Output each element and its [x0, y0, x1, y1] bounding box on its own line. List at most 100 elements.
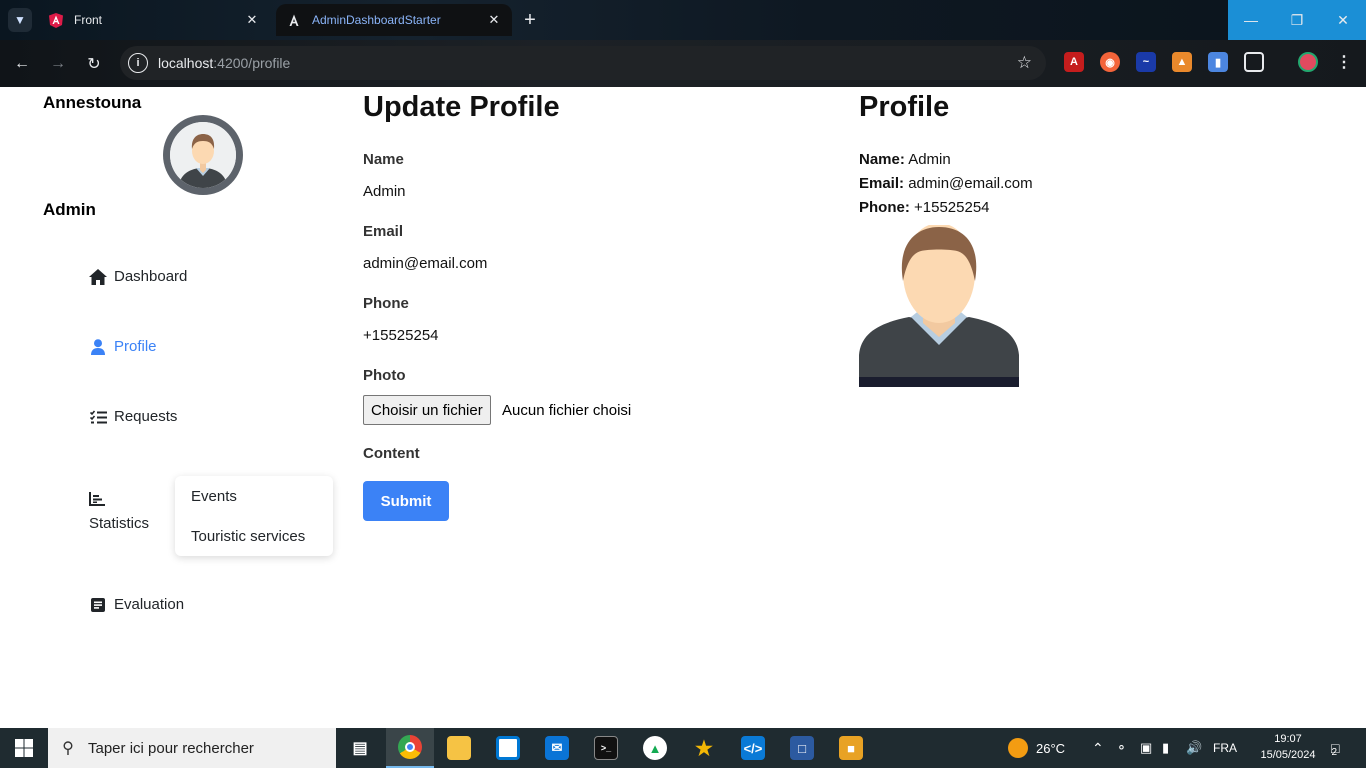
- sidebar-item-requests[interactable]: Requests: [88, 408, 177, 425]
- profile-email-value: admin@email.com: [908, 175, 1033, 192]
- reload-icon[interactable]: ↻: [82, 52, 106, 76]
- name-field[interactable]: Admin: [363, 183, 406, 200]
- volume-icon[interactable]: 🔊: [1186, 728, 1202, 768]
- search-placeholder: Taper ici pour rechercher: [88, 739, 254, 757]
- choose-file-button[interactable]: Choisir un fichier: [363, 395, 491, 425]
- search-icon: ⚲: [62, 740, 74, 757]
- document-icon: [88, 597, 108, 612]
- input-language[interactable]: FRA: [1213, 728, 1237, 768]
- name-label: Name: [363, 151, 404, 168]
- statistics-submenu: Events Touristic services: [175, 476, 333, 556]
- show-hidden-icons-icon[interactable]: ⌃: [1092, 728, 1104, 768]
- email-field[interactable]: admin@email.com: [363, 255, 487, 272]
- network-icon[interactable]: ⚬: [1116, 728, 1127, 768]
- address-bar[interactable]: i localhost :4200/profile ☆: [120, 46, 1046, 80]
- battery-icon[interactable]: ▮: [1162, 728, 1169, 768]
- file-status-text: Aucun fichier choisi: [502, 402, 632, 419]
- wave-extension-icon[interactable]: ~: [1136, 52, 1156, 72]
- notifications-icon[interactable]: □ 2: [1322, 736, 1346, 760]
- close-tab-icon[interactable]: ✕: [244, 12, 260, 28]
- file-explorer-icon[interactable]: [435, 728, 483, 768]
- sidebar-item-label: Requests: [114, 408, 178, 425]
- bookmark-star-icon[interactable]: ☆: [1017, 53, 1032, 73]
- close-tab-icon[interactable]: ✕: [486, 12, 502, 28]
- profile-phone-label: Phone:: [859, 199, 910, 216]
- sidebar-item-statistics[interactable]: Statistics: [89, 515, 149, 532]
- taskbar-search-box[interactable]: ⚲ Taper ici pour rechercher: [48, 728, 336, 768]
- virtualbox-icon[interactable]: □: [778, 728, 826, 768]
- profile-name-line: Name: Admin: [859, 151, 951, 168]
- meet-now-icon[interactable]: ▣: [1140, 728, 1152, 768]
- profile-email-line: Email: admin@email.com: [859, 175, 1033, 192]
- url-host: localhost: [158, 55, 214, 71]
- metamask-fox-icon[interactable]: ▲: [1172, 52, 1192, 72]
- terminal-icon[interactable]: >_: [582, 728, 630, 768]
- restore-window-button[interactable]: ❐: [1274, 0, 1320, 40]
- extensions-puzzle-icon[interactable]: [1244, 52, 1264, 72]
- browser-toolbar: ← → ↻ i localhost :4200/profile ☆ A ◉ ~ …: [0, 40, 1366, 87]
- paint-star-icon[interactable]: ★: [680, 728, 728, 768]
- sidebar-item-profile[interactable]: Profile: [88, 338, 157, 355]
- submit-button[interactable]: Submit: [363, 481, 449, 521]
- docs-extension-icon[interactable]: ▮: [1208, 52, 1228, 72]
- microsoft-store-icon[interactable]: [484, 728, 532, 768]
- profile-phone-line: Phone: +15525254: [859, 199, 990, 216]
- forward-arrow-icon[interactable]: →: [46, 52, 70, 76]
- sidebar-item-evaluation[interactable]: Evaluation: [88, 596, 184, 613]
- app-icon[interactable]: ■: [827, 728, 875, 768]
- page-content: Annestouna Admin Dashboard Profile Reque…: [0, 87, 1366, 728]
- sidebar-item-label: Profile: [114, 338, 157, 355]
- angular-red-icon: [48, 12, 64, 28]
- user-role: Admin: [43, 200, 96, 219]
- profile-email-label: Email:: [859, 175, 905, 192]
- submenu-item-events[interactable]: Events: [191, 488, 237, 505]
- browser-tab-admin[interactable]: AdminDashboardStarter ✕: [276, 4, 512, 36]
- tab-search-icon[interactable]: ▼: [8, 8, 32, 32]
- update-profile-title: Update Profile: [363, 91, 560, 123]
- task-view-icon[interactable]: ▤: [336, 728, 384, 768]
- profile-avatar-icon[interactable]: [1298, 52, 1318, 72]
- more-menu-icon[interactable]: ⋮: [1334, 52, 1354, 72]
- chrome-taskbar-icon[interactable]: [386, 728, 434, 768]
- weather-widget[interactable]: 26°C: [1008, 728, 1065, 768]
- tab-title: AdminDashboardStarter: [312, 13, 441, 27]
- profile-name-value: Admin: [908, 151, 951, 168]
- system-clock[interactable]: 19:07 15/05/2024: [1256, 731, 1320, 763]
- weather-sun-icon: [1008, 738, 1028, 758]
- minimize-window-button[interactable]: —: [1228, 0, 1274, 40]
- content-label: Content: [363, 445, 420, 462]
- submenu-item-touristic-services[interactable]: Touristic services: [191, 528, 305, 545]
- phone-field[interactable]: +15525254: [363, 327, 439, 344]
- mongodb-compass-icon[interactable]: ▲: [631, 728, 679, 768]
- site-info-icon[interactable]: i: [128, 53, 148, 73]
- bar-chart-icon[interactable]: [89, 492, 107, 508]
- user-avatar-icon: [170, 122, 236, 188]
- sidebar-avatar: [163, 115, 243, 195]
- back-arrow-icon[interactable]: ←: [10, 52, 34, 76]
- home-icon: [88, 268, 108, 285]
- sidebar-item-label: Dashboard: [114, 268, 188, 285]
- user-icon: [88, 338, 108, 355]
- sidebar-item-dashboard[interactable]: Dashboard: [88, 268, 187, 285]
- new-tab-button[interactable]: +: [518, 8, 542, 32]
- clock-date: 15/05/2024: [1260, 749, 1316, 761]
- browser-tab-bar: ▼ Front ✕ AdminDashboardStarter ✕ + — ❐ …: [0, 0, 1366, 40]
- sidebar-item-label: Evaluation: [114, 596, 185, 613]
- close-window-button[interactable]: ✕: [1320, 0, 1366, 40]
- profile-phone-value: +15525254: [914, 199, 990, 216]
- email-label: Email: [363, 223, 404, 240]
- mail-icon[interactable]: ✉: [533, 728, 581, 768]
- weather-temperature: 26°C: [1036, 740, 1066, 756]
- windows-start-icon[interactable]: [0, 728, 48, 768]
- pdf-extension-icon[interactable]: A: [1064, 52, 1084, 72]
- brand-name: Annestouna: [43, 93, 142, 112]
- profile-name-label: Name:: [859, 151, 905, 168]
- browser-tab-front[interactable]: Front ✕: [38, 4, 270, 36]
- angular-icon: [286, 12, 302, 28]
- url-path: :4200/profile: [213, 55, 291, 71]
- clock-time: 19:07: [1274, 733, 1302, 745]
- profile-title: Profile: [859, 91, 950, 123]
- vscode-icon[interactable]: </>: [729, 728, 777, 768]
- profile-photo: [859, 223, 1019, 387]
- security-extension-icon[interactable]: ◉: [1100, 52, 1120, 72]
